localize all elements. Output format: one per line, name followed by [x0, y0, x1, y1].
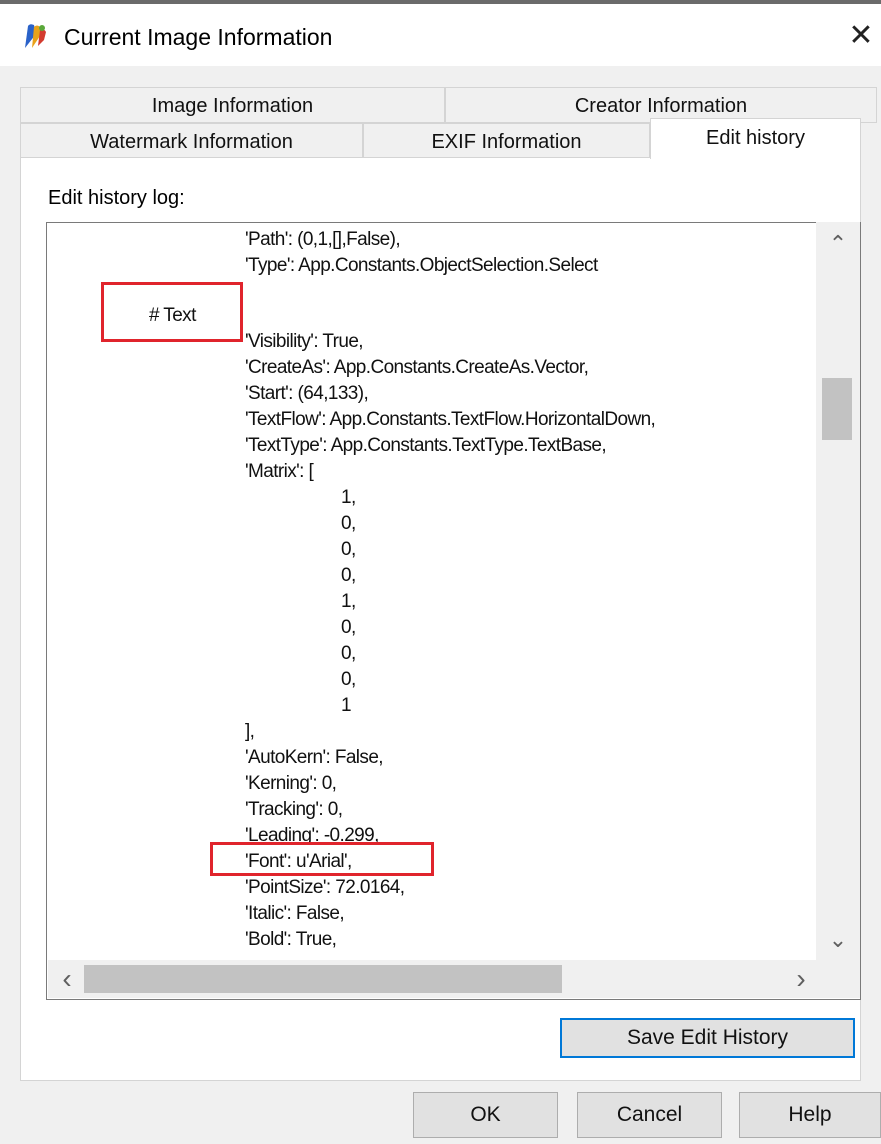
scroll-corner: [816, 960, 860, 998]
edit-history-log-label: Edit history log:: [48, 187, 185, 209]
log-line-matrix-value: 1,: [341, 591, 356, 612]
app-logo-icon: [22, 22, 48, 50]
ok-button[interactable]: OK: [413, 1092, 558, 1138]
scroll-right-icon[interactable]: ›: [786, 965, 816, 993]
log-line-matrix-value: 0,: [341, 617, 356, 638]
help-button[interactable]: Help: [739, 1092, 881, 1138]
log-line-matrix-value: 0,: [341, 669, 356, 690]
log-line-matrix-value: 0,: [341, 643, 356, 664]
tab-edit-history[interactable]: Edit history: [650, 118, 861, 159]
vertical-scrollbar[interactable]: [816, 222, 860, 960]
log-line: 'CreateAs': App.Constants.CreateAs.Vecto…: [245, 357, 589, 378]
log-line-matrix-value: 1: [341, 695, 352, 716]
save-edit-history-button[interactable]: Save Edit History: [560, 1018, 855, 1058]
tab-label: Image Information: [151, 95, 314, 117]
log-line: 'AutoKern': False,: [245, 747, 384, 768]
log-line: 'PointSize': 72.0164,: [245, 877, 405, 898]
tab-exif-information[interactable]: EXIF Information: [363, 123, 650, 159]
log-line: 'TextType': App.Constants.TextType.TextB…: [245, 435, 607, 456]
tab-image-information[interactable]: Image Information: [20, 87, 445, 123]
tab-watermark-information[interactable]: Watermark Information: [20, 123, 363, 159]
log-line: 'Tracking': 0,: [245, 799, 343, 820]
highlight-box-text-section: [101, 282, 243, 342]
log-line: 'Bold': True,: [245, 929, 337, 950]
tab-label: EXIF Information: [431, 131, 582, 153]
log-line: 'Path': (0,1,[],False),: [245, 229, 401, 250]
log-line: ],: [245, 721, 255, 742]
close-icon[interactable]: ✕: [846, 20, 876, 52]
highlight-box-font: [210, 842, 434, 876]
vertical-scroll-thumb[interactable]: [822, 378, 852, 440]
log-line: 'TextFlow': App.Constants.TextFlow.Horiz…: [245, 409, 656, 430]
log-line: 'Italic': False,: [245, 903, 345, 924]
scroll-up-icon[interactable]: ⌃: [823, 232, 853, 256]
log-line-matrix-value: 0,: [341, 565, 356, 586]
window-top-border: [0, 0, 881, 4]
log-line: 'Matrix': [: [245, 461, 314, 482]
cancel-button[interactable]: Cancel: [577, 1092, 722, 1138]
scroll-down-icon[interactable]: ⌄: [823, 928, 853, 952]
log-line: 'Type': App.Constants.ObjectSelection.Se…: [245, 255, 598, 276]
log-line-matrix-value: 0,: [341, 513, 356, 534]
log-line-matrix-value: 1,: [341, 487, 356, 508]
log-line: 'Kerning': 0,: [245, 773, 337, 794]
log-line-matrix-value: 0,: [341, 539, 356, 560]
window-title: Current Image Information: [64, 24, 333, 50]
log-line: 'Start': (64,133),: [245, 383, 369, 404]
tab-label: Watermark Information: [90, 131, 293, 153]
log-line: 'Visibility': True,: [245, 331, 364, 352]
tab-label: Edit history: [706, 127, 805, 149]
scroll-left-icon[interactable]: ‹: [52, 965, 82, 993]
horizontal-scroll-thumb[interactable]: [84, 965, 562, 993]
